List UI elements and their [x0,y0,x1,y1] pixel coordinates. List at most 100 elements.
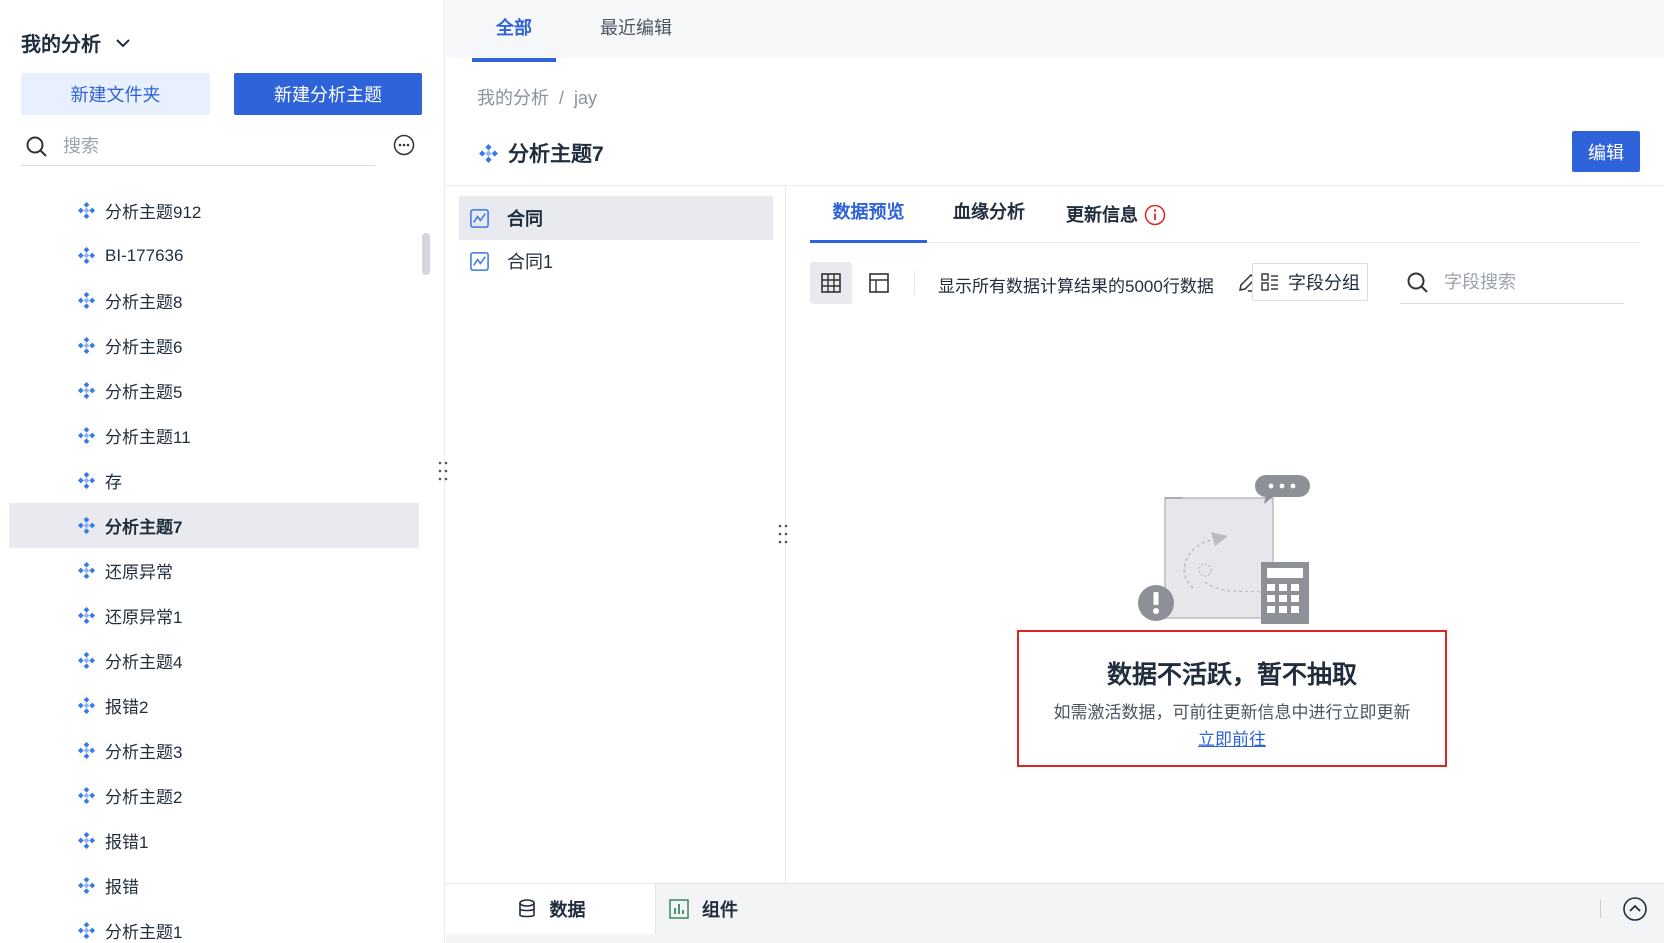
analysis-theme-icon [77,246,96,265]
analysis-theme-icon [77,921,96,940]
breadcrumb-separator: / [559,88,565,108]
sidebar-tree-item-label: 分析主题3 [105,743,183,762]
search-icon [26,136,47,157]
new-folder-button[interactable]: 新建文件夹 [21,73,210,115]
table-item-label: 合同 [507,209,543,229]
sidebar-tree-item-label: 分析主题912 [105,203,202,222]
tab-all[interactable]: 全部 [472,0,556,62]
bottom-tab-widget[interactable]: 组件 [668,884,738,934]
sidebar-tree-item[interactable]: 分析主题7 [9,503,419,548]
sidebar-tree-item[interactable]: 分析主题3 [0,728,420,773]
info-warning-icon [1144,204,1166,225]
analysis-theme-icon [77,336,96,355]
sidebar-tree-item[interactable]: 分析主题4 [0,638,420,683]
table-list: 合同 合同1 [446,186,786,883]
field-group-icon [1261,273,1278,291]
sidebar-search-input[interactable] [61,135,341,158]
breadcrumb-root[interactable]: 我的分析 [477,88,549,108]
sidebar-scrollbar[interactable] [422,233,430,275]
sidebar-tree-item[interactable]: 分析主题1 [0,908,420,943]
bar-chart-icon [669,899,689,919]
new-theme-button[interactable]: 新建分析主题 [234,73,422,115]
sidebar-tree-item[interactable]: 还原异常1 [0,593,420,638]
field-search-input[interactable] [1442,271,1602,294]
sidebar-title-dropdown[interactable]: 我的分析 [21,28,133,57]
sidebar-tree-item[interactable]: 存 [0,458,420,503]
tab-lineage-analysis[interactable]: 血缘分析 [946,186,1032,243]
grid-view-button[interactable] [810,262,852,304]
sidebar-tree-item-label: 分析主题11 [105,428,191,447]
sidebar-tree-item[interactable]: 分析主题912 [0,188,420,233]
sidebar-tree-item-label: 分析主题1 [105,923,183,942]
sidebar-tree-item-label: BI-177636 [105,245,184,265]
sidebar-tree-item[interactable]: 分析主题6 [0,323,420,368]
go-now-link[interactable]: 立即前往 [1198,725,1266,750]
table-item-contract-1[interactable]: 合同1 [459,239,773,283]
page-title-text: 分析主题7 [508,143,604,166]
search-icon [1407,272,1428,293]
empty-state-title: 数据不活跃，暂不抽取 [1106,661,1357,689]
sidebar-tree-item-label: 分析主题7 [105,518,183,537]
sidebar-tree-item-label: 存 [105,473,122,492]
bottom-tab-data[interactable]: 数据 [446,884,656,934]
rows-info-text: 显示所有数据计算结果的5000行数据 [938,277,1214,296]
analysis-theme-icon [77,876,96,895]
table-item-label: 合同1 [507,252,554,272]
field-group-button[interactable]: 字段分组 [1252,263,1368,301]
tab-recent-edit[interactable]: 最近编辑 [596,0,676,62]
field-search [1400,262,1624,304]
page-title: 分析主题7 [478,138,604,168]
breadcrumb: 我的分析 / jay [477,84,597,110]
chevron-down-icon [116,38,130,47]
analysis-theme-icon [77,606,96,625]
bottom-tab-data-label: 数据 [549,900,586,920]
analysis-theme-icon [77,651,96,670]
sidebar-tree-item-label: 报错1 [105,833,149,852]
sidebar-tree-item-label: 分析主题6 [105,338,183,357]
chevron-up-circle-icon[interactable] [1622,896,1648,922]
sidebar-tree-item[interactable]: 报错1 [0,818,420,863]
bottom-bar-divider [1600,900,1601,918]
analysis-theme-icon [77,831,96,850]
sidebar-tree-item[interactable]: 分析主题2 [0,773,420,818]
layout-icon [869,273,889,293]
analysis-theme-icon [77,291,96,310]
table-item-contract[interactable]: 合同 [459,196,773,240]
analysis-theme-icon [77,426,96,445]
analysis-theme-icon [77,381,96,400]
database-icon [518,899,535,918]
sidebar-tree-item-label: 还原异常 [105,563,173,582]
sidebar-tree-item[interactable]: 报错2 [0,683,420,728]
detail-tabs: 数据预览 血缘分析 更新信息 [810,186,1640,243]
analysis-theme-icon [77,741,96,760]
edit-button[interactable]: 编辑 [1572,131,1640,172]
sidebar-tree-item[interactable]: 还原异常 [0,548,420,593]
sidebar-tree-item[interactable]: 分析主题5 [0,368,420,413]
layout-view-button[interactable] [858,262,900,304]
analysis-theme-icon [77,201,96,220]
toolbar-divider [914,271,915,295]
sidebar-tree-item[interactable]: 分析主题11 [0,413,420,458]
breadcrumb-current[interactable]: jay [574,88,597,108]
tab-update-info[interactable]: 更新信息 [1066,186,1196,243]
sidebar-tree-item[interactable]: BI-177636 [0,233,420,278]
analysis-theme-icon [77,471,96,490]
analysis-theme-icon [77,561,96,580]
more-options-icon[interactable] [393,134,415,156]
analysis-theme-icon [479,143,498,163]
sidebar-tree-item[interactable]: 分析主题8 [0,278,420,323]
sidebar-tree-item-label: 分析主题8 [105,293,183,312]
tab-data-preview[interactable]: 数据预览 [810,186,927,243]
sidebar: 我的分析 新建文件夹 新建分析主题 分析主题912 BI-177636 分析主题8 分… [0,0,445,943]
empty-state-message: 数据不活跃，暂不抽取 如需激活数据，可前往更新信息中进行立即更新 立即前往 [1017,630,1447,767]
sidebar-search [21,128,375,166]
tab-update-info-label: 更新信息 [1066,204,1138,225]
empty-state-description: 如需激活数据，可前往更新信息中进行立即更新 [1053,703,1411,722]
sidebar-tree-item[interactable]: 报错 [0,863,420,908]
sidebar-tree-item-label: 分析主题5 [105,383,183,402]
analysis-theme-icon [77,696,96,715]
sidebar-title: 我的分析 [21,34,101,56]
table-chart-icon [470,208,489,228]
preview-toolbar: 显示所有数据计算结果的5000行数据 字段分组 [810,262,1640,304]
panel-resize-handle[interactable] [777,523,789,545]
